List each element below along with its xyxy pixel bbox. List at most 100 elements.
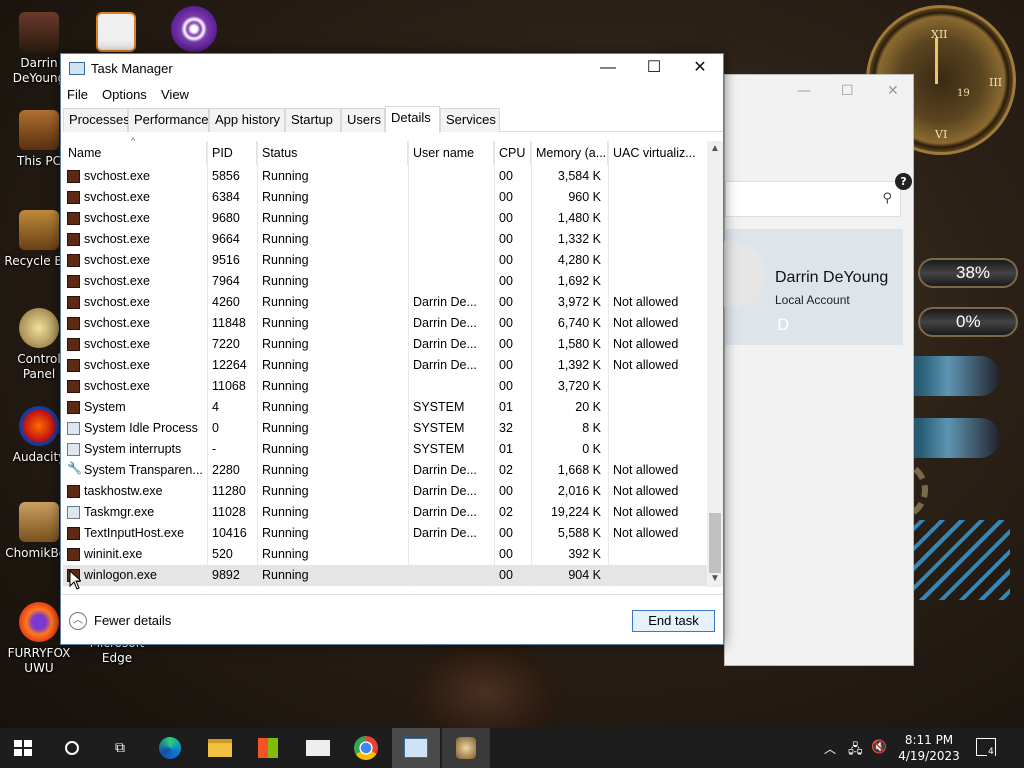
taskbar-mail[interactable] [294,728,342,768]
vertical-scrollbar[interactable]: ▲ ▼ [707,141,723,587]
process-user: Darrin De... [413,295,477,309]
account-card[interactable]: Darrin DeYoung Local Account D [715,229,903,345]
process-mem: 20 K [575,400,601,414]
minimize-button[interactable]: — [797,83,811,99]
process-name: svchost.exe [84,295,151,309]
process-row[interactable]: System interrupts - Running SYSTEM 01 0 K [63,439,707,460]
menu-options[interactable]: Options [102,87,147,102]
desktop-icon-hxd[interactable] [80,12,152,56]
process-row[interactable]: svchost.exe 11848 Running Darrin De... 00 6,7… [63,313,707,334]
clock-date-numeral: 19 [957,88,970,99]
tab-app-history[interactable]: App history [209,108,285,132]
process-row[interactable]: svchost.exe 9680 Running 00 1,480 K [63,208,707,229]
process-row[interactable]: TextInputHost.exe 10416 Running Darrin De..… [63,523,707,544]
settings-search-input[interactable]: ⚲ [725,181,901,217]
process-row[interactable]: 🔧 System Transparen... 2280 Running Darrin D… [63,460,707,481]
column-cpu[interactable]: CPU [494,141,531,165]
process-row[interactable]: svchost.exe 9664 Running 00 1,332 K [63,229,707,250]
process-row[interactable]: svchost.exe 12264 Running Darrin De... 00 1,3… [63,355,707,376]
taskbar-settings[interactable] [442,728,490,768]
process-cpu: 00 [499,568,513,582]
fewer-details-link[interactable]: Fewer details [94,613,171,628]
tab-startup[interactable]: Startup [285,108,341,132]
process-row[interactable]: System 4 Running SYSTEM 01 20 K [63,397,707,418]
scroll-up-arrow-icon[interactable]: ▲ [707,143,723,154]
tab-performance[interactable]: Performance [128,108,209,132]
process-row[interactable]: svchost.exe 11068 Running 00 3,720 K [63,376,707,397]
column-memory[interactable]: Memory (a... [531,141,608,165]
help-icon[interactable]: ? [895,173,912,190]
settings-window[interactable]: — ☐ ✕ ⚲ Darrin DeYoung Local Account D [715,74,914,666]
process-row[interactable]: svchost.exe 4260 Running Darrin De... 00 3,97… [63,292,707,313]
process-row[interactable]: System Idle Process 0 Running SYSTEM 32 8 K [63,418,707,439]
account-initial: D [777,315,790,334]
minimize-button[interactable]: — [585,54,631,84]
taskbar-clock[interactable]: 8:11 PM 4/19/2023 [888,732,970,764]
show-hidden-icons-chevron-icon[interactable]: ︿ [824,740,836,757]
process-row[interactable]: taskhostw.exe 11280 Running Darrin De... 00 2… [63,481,707,502]
tab-users[interactable]: Users [341,108,385,132]
process-row[interactable]: wininit.exe 520 Running 00 392 K [63,544,707,565]
maximize-button[interactable]: ☐ [631,54,677,84]
process-row[interactable]: svchost.exe 5856 Running 00 3,584 K [63,166,707,187]
process-icon [67,275,80,288]
process-status: Running [262,274,309,288]
tab-processes[interactable]: Processes [63,108,130,132]
desktop-icon-label: Audacity [12,450,66,464]
task-view-button[interactable]: ⧉ [96,728,144,768]
close-button[interactable]: ✕ [887,83,899,99]
column-user-name[interactable]: User name [408,141,494,165]
process-cpu: 02 [499,505,513,519]
taskbar-file-explorer[interactable] [196,728,244,768]
process-uac [613,544,705,565]
process-row[interactable]: svchost.exe 9516 Running 00 4,280 K [63,250,707,271]
tab-services[interactable]: Services [440,108,500,132]
start-button[interactable] [0,728,48,768]
process-uac [613,229,705,250]
end-task-button[interactable]: End task [632,610,715,632]
column-uac-virtualization[interactable]: UAC virtualiz... [608,141,707,165]
process-icon [67,254,80,267]
account-type: Local Account [775,293,850,307]
column-pid[interactable]: PID [207,141,257,165]
process-pid: 9892 [212,568,240,582]
process-icon [67,506,80,519]
process-uac [613,250,705,271]
scroll-down-arrow-icon[interactable]: ▼ [707,573,723,584]
process-row[interactable]: winlogon.exe 9892 Running 00 904 K [63,565,707,586]
close-button[interactable]: ✕ [677,54,723,84]
menu-view[interactable]: View [161,87,189,102]
task-manager-window[interactable]: Task Manager — ☐ ✕ File Options View Pro… [60,53,724,645]
menu-file[interactable]: File [67,87,88,102]
tab-details[interactable]: Details [385,106,440,133]
taskbar-edge[interactable] [146,728,194,768]
maximize-button[interactable]: ☐ [841,83,854,99]
process-row[interactable]: Taskmgr.exe 11028 Running Darrin De... 02 19,… [63,502,707,523]
column-status[interactable]: Status [257,141,408,165]
process-name: svchost.exe [84,211,151,225]
desktop-icon-tor[interactable] [158,6,230,56]
notification-center-icon[interactable]: 4 [976,738,996,757]
glow-rods-decoration [900,520,1010,600]
taskbar-store[interactable] [244,728,292,768]
edge-icon [159,737,181,759]
taskbar-chrome[interactable] [342,728,390,768]
volume-muted-icon[interactable]: 🔇 [871,740,887,755]
process-mem: 1,392 K [557,358,601,372]
process-row[interactable]: svchost.exe 7964 Running 00 1,692 K [63,271,707,292]
process-row[interactable]: svchost.exe 6384 Running 00 960 K [63,187,707,208]
process-row[interactable]: svchost.exe 7220 Running Darrin De... 00 1,58… [63,334,707,355]
title-bar[interactable]: Task Manager — ☐ ✕ [61,54,723,84]
process-icon [67,401,80,414]
column-name[interactable]: Name [63,141,207,165]
column-headers: ^ Name PID Status User name CPU Memory (… [63,136,707,165]
process-status: Running [262,169,309,183]
taskbar-task-manager[interactable] [392,728,440,768]
process-status: Running [262,337,309,351]
process-uac: Not allowed [613,295,679,309]
search-button[interactable] [48,728,96,768]
chevron-up-icon[interactable]: ︿ [69,612,87,630]
network-icon[interactable]: 🖧 [848,740,863,762]
scrollbar-thumb[interactable] [709,513,721,573]
user-folder-icon [19,12,59,52]
